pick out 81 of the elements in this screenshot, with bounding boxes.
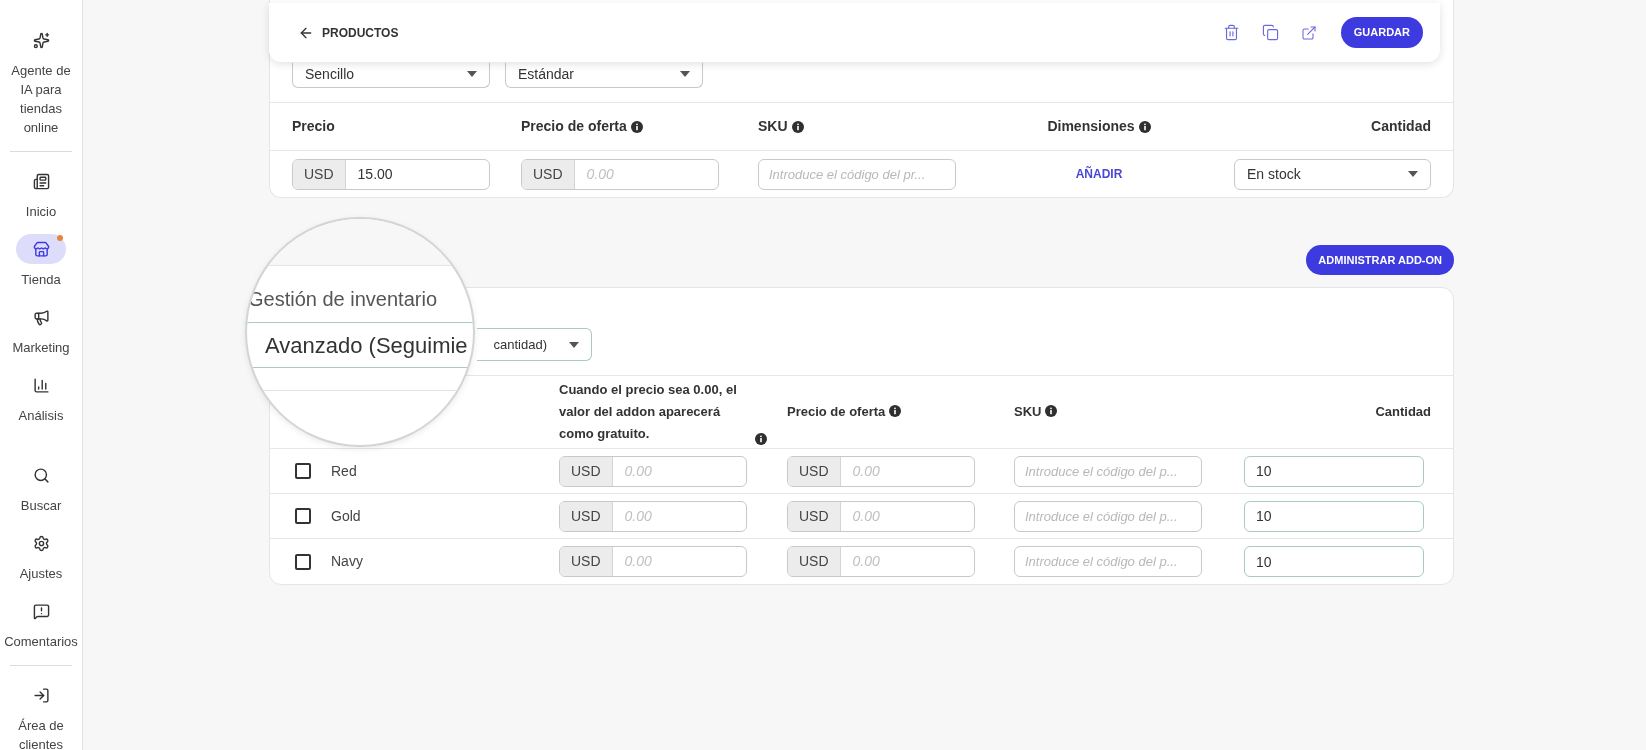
bar-chart-icon [32, 376, 50, 394]
caret-icon [1408, 171, 1418, 177]
quantity-input[interactable]: 10 [1244, 546, 1424, 577]
price-input[interactable]: USD 15.00 [292, 158, 490, 190]
column-header: Dimensiones [1047, 117, 1135, 136]
sparkles-icon [32, 31, 50, 49]
caret-icon [467, 71, 477, 77]
nav-label: Tienda [20, 271, 62, 289]
quantity-input[interactable]: 10 [1244, 455, 1424, 487]
price-input[interactable]: USD 0.00 [559, 546, 747, 577]
nav-label: Área de clientes [17, 717, 65, 750]
dashboard-icon [32, 172, 50, 190]
column-header: Precio [292, 117, 335, 136]
copy-icon[interactable] [1261, 24, 1279, 41]
checkbox[interactable] [295, 508, 311, 524]
checkbox[interactable] [295, 463, 311, 479]
column-header: SKU [758, 117, 788, 136]
external-link-icon[interactable] [1300, 24, 1317, 41]
column-header: Precio de oferta [521, 117, 627, 136]
nav-label: Marketing [11, 339, 71, 357]
nav-label: Agente de IA para tiendas online [10, 62, 72, 137]
exit-icon [32, 686, 50, 704]
addon-name: Navy [331, 552, 363, 571]
settings-icon [32, 534, 50, 552]
column-header: Cuando el precio sea 0.00, el valor del addon aparecerá como gratuito. [559, 381, 738, 443]
amount-input[interactable]: 15.00 [345, 159, 489, 189]
price-input[interactable]: USD 0.00 [521, 158, 719, 190]
search-icon [32, 466, 50, 484]
sku-input[interactable]: Introduce el código del pr... [758, 158, 956, 190]
back-link[interactable]: PRODUCTOS [298, 23, 399, 42]
select-dropdown[interactable]: Sencillo [292, 63, 490, 88]
nav-label: Comentarios [4, 633, 78, 651]
amount-input[interactable]: 0.00 [612, 501, 746, 531]
sku-input[interactable]: Introduce el código del p... [1014, 500, 1202, 532]
caret-icon [680, 71, 690, 77]
currency-label: USD [293, 159, 346, 189]
sku-input[interactable]: Introduce el código del p... [1014, 455, 1202, 487]
amount-input[interactable]: 0.00 [840, 501, 974, 531]
checkbox[interactable] [295, 553, 311, 570]
column-header: Cantidad [1375, 404, 1431, 419]
price-input[interactable]: USD 0.00 [787, 546, 975, 577]
price-input[interactable]: USD 0.00 [559, 455, 747, 487]
nav-label: Análisis [17, 407, 65, 425]
store-icon [32, 240, 50, 258]
caret-icon [569, 341, 579, 348]
currency-label: USD [788, 501, 841, 531]
column-header: SKU [1014, 404, 1042, 419]
currency-label: USD [788, 456, 841, 486]
inventory-select[interactable]: cantidad) [477, 328, 592, 361]
column-header: Precio de oferta [787, 404, 886, 419]
amount-input[interactable]: 0.00 [612, 456, 746, 486]
sku-input[interactable]: Introduce el código del p... [1014, 546, 1202, 577]
currency-label: USD [560, 547, 613, 576]
nav-label: Inicio [24, 203, 58, 221]
addon-name: Gold [331, 506, 361, 526]
nav-item[interactable] [16, 234, 66, 264]
select-dropdown[interactable]: Estándar [505, 63, 703, 88]
amount-input[interactable]: 0.00 [612, 547, 746, 576]
amount-input[interactable]: 0.00 [574, 159, 718, 189]
quantity-input[interactable]: 10 [1244, 500, 1424, 532]
stock-select[interactable]: En stock [1234, 158, 1431, 190]
inventory-select[interactable]: Avanzado (Seguimie [247, 322, 473, 368]
nav-label: Buscar [19, 497, 63, 515]
currency-label: USD [560, 501, 613, 531]
nav-label: Ajustes [18, 565, 64, 583]
column-header: Cantidad [1371, 117, 1431, 136]
currency-label: USD [788, 547, 841, 576]
price-input[interactable]: USD 0.00 [787, 455, 975, 487]
price-input[interactable]: USD 0.00 [787, 500, 975, 532]
megaphone-icon [32, 308, 50, 326]
feedback-icon [32, 602, 50, 620]
currency-label: USD [522, 159, 575, 189]
amount-input[interactable]: 0.00 [840, 547, 974, 576]
add-link[interactable]: AÑADIR [1075, 165, 1123, 183]
amount-input[interactable]: 0.00 [840, 456, 974, 486]
manage-addon-button[interactable]: ADMINISTRAR ADD-ON [1306, 245, 1454, 275]
delete-icon[interactable] [1222, 24, 1240, 41]
price-input[interactable]: USD 0.00 [559, 500, 747, 532]
save-button[interactable]: GUARDAR [1340, 17, 1423, 48]
addon-name: Red [331, 461, 357, 481]
currency-label: USD [560, 456, 613, 486]
